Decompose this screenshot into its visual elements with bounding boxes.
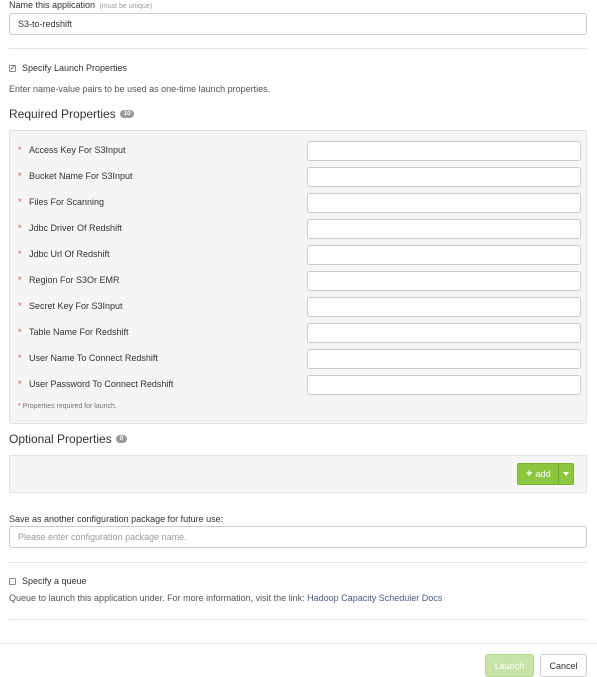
required-marker: * [18,379,22,389]
required-property-row: * User Name To Connect Redshift [10,349,586,369]
specify-queue-label: Specify a queue [22,576,87,586]
required-properties-heading: Required Properties [9,107,116,121]
required-marker: * [18,275,22,285]
divider [9,619,587,620]
required-property-row: * User Password To Connect Redshift [10,375,586,395]
app-name-label: Name this application (must be unique) [9,0,152,10]
required-property-row: * Region For S3Or EMR [10,271,586,291]
launch-properties-description: Enter name-value pairs to be used as one… [9,84,271,94]
footer-divider [0,643,597,644]
required-property-input[interactable] [307,297,581,317]
cancel-button[interactable]: Cancel [540,654,587,677]
required-marker: * [18,145,22,155]
required-marker: * [18,403,21,410]
required-property-input[interactable] [307,245,581,265]
required-property-row: * Files For Scanning [10,193,586,213]
required-property-row: * Bucket Name For S3Input [10,167,586,187]
required-property-row: * Jdbc Url Of Redshift [10,245,586,265]
app-name-input[interactable] [9,13,587,35]
required-property-row: * Access Key For S3Input [10,141,586,161]
launch-properties-label: Specify Launch Properties [22,63,128,73]
add-property-button-group: + add [517,463,575,485]
scheduler-docs-link[interactable]: Hadoop Capacity Scheduler Docs [307,593,442,603]
required-property-row: * Secret Key For S3Input [10,297,586,317]
required-property-row: * Table Name For Redshift [10,323,586,343]
required-property-label: Region For S3Or EMR [29,275,120,285]
required-property-input[interactable] [307,167,581,187]
app-name-label-text: Name this application [9,0,96,10]
chevron-down-icon [563,472,570,476]
required-marker: * [18,223,22,233]
add-property-label: add [535,469,551,479]
checkmark-icon: ✓ [10,65,16,72]
required-property-label: Secret Key For S3Input [29,301,123,311]
required-property-label: Jdbc Driver Of Redshift [29,223,123,233]
required-properties-title: Required Properties 10 [9,107,135,121]
required-property-label: User Password To Connect Redshift [29,379,174,389]
required-property-label: Access Key For S3Input [29,145,126,155]
required-property-input[interactable] [307,349,581,369]
required-property-input[interactable] [307,375,581,395]
required-marker: * [18,327,22,337]
queue-info: Queue to launch this application under. … [9,593,442,603]
required-property-label: Bucket Name For S3Input [29,171,133,181]
required-property-input[interactable] [307,219,581,239]
required-marker: * [18,249,22,259]
config-package-label: Save as another configuration package fo… [9,514,224,524]
add-dropdown-toggle[interactable] [558,463,575,485]
required-marker: * [18,171,22,181]
required-marker: * [18,301,22,311]
optional-count-badge: 0 [115,434,128,443]
optional-properties-panel: + add [9,455,587,493]
required-property-label: Files For Scanning [29,197,105,207]
required-property-label: Table Name For Redshift [29,327,129,337]
required-property-input[interactable] [307,141,581,161]
required-property-input[interactable] [307,323,581,343]
divider [9,48,587,49]
required-count-badge: 10 [119,109,135,118]
launch-button[interactable]: Launch [485,654,534,677]
required-note-text: Properties required for launch. [22,403,117,410]
plus-icon: + [526,467,533,480]
required-property-row: * Jdbc Driver Of Redshift [10,219,586,239]
required-property-label: User Name To Connect Redshift [29,353,158,363]
required-note: * Properties required for launch. [18,403,117,410]
launch-properties-checkbox[interactable]: ✓ [9,65,16,72]
required-marker: * [18,197,22,207]
required-property-label: Jdbc Url Of Redshift [29,249,110,259]
required-property-input[interactable] [307,271,581,291]
required-property-input[interactable] [307,193,581,213]
add-property-button[interactable]: + add [517,463,559,485]
specify-queue-checkbox[interactable] [9,578,16,585]
queue-info-text: Queue to launch this application under. … [9,593,308,603]
optional-properties-title: Optional Properties 0 [9,432,128,446]
app-name-hint: (must be unique) [99,3,153,10]
divider [9,562,587,563]
optional-properties-heading: Optional Properties [9,432,112,446]
required-properties-panel: * Access Key For S3Input * Bucket Name For … [9,130,587,424]
config-package-input[interactable] [9,526,587,548]
required-marker: * [18,353,22,363]
